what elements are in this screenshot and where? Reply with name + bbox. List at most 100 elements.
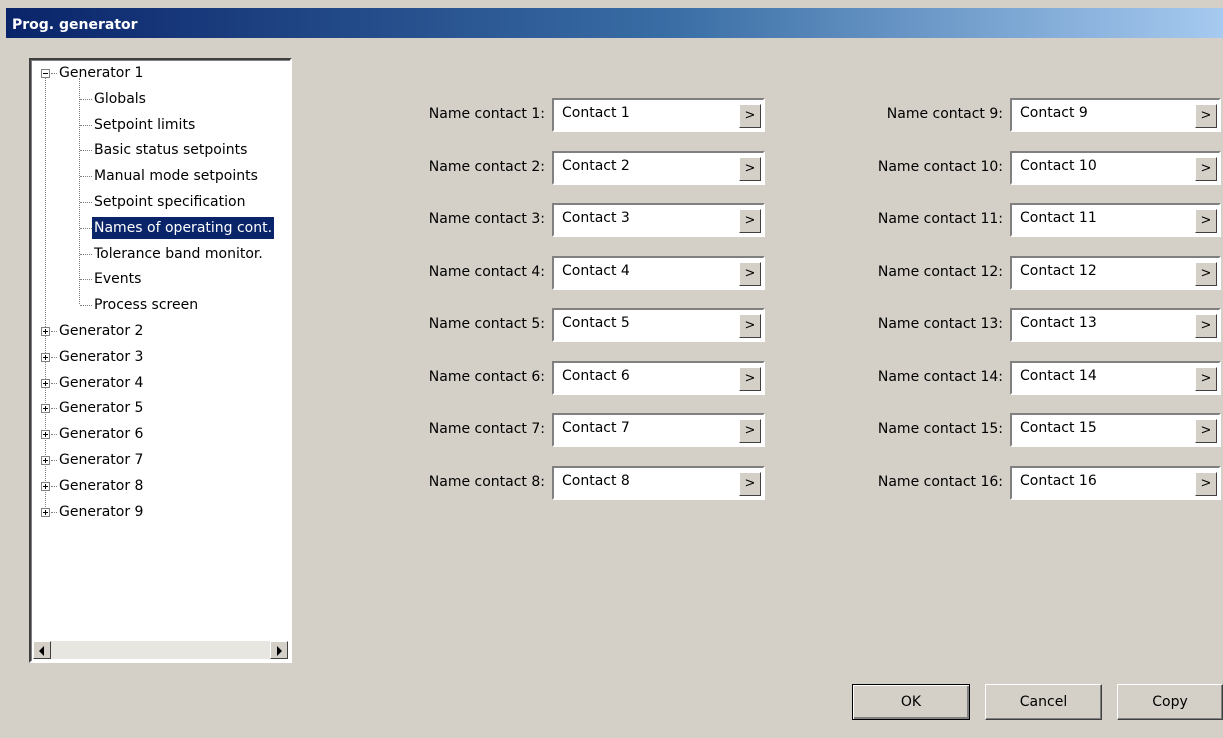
tree-node-label: Generator 9 <box>59 503 144 520</box>
title-bar: Prog. generator <box>0 0 1223 40</box>
contact-label: Name contact 14: <box>877 368 1003 385</box>
contact-name-field[interactable]: Contact 4 > <box>552 255 765 290</box>
ok-button[interactable]: OK <box>852 684 970 720</box>
expand-icon[interactable] <box>41 378 50 388</box>
contact-name-field[interactable]: Contact 2 > <box>552 150 765 185</box>
contact-expand-button[interactable]: > <box>739 156 761 181</box>
contact-expand-button[interactable]: > <box>739 314 761 338</box>
expand-icon[interactable] <box>41 404 50 414</box>
tree-connector <box>80 98 92 101</box>
contact-name-field[interactable]: Contact 9 > <box>1010 98 1221 132</box>
contact-expand-button[interactable]: > <box>1195 366 1217 391</box>
contact-expand-button[interactable]: > <box>1195 104 1217 128</box>
navigation-tree[interactable]: Generator 1 Globals Setpoint limits Basic s… <box>29 58 292 663</box>
contact-label: Name contact 7: <box>428 421 545 437</box>
window-title: Prog. generator <box>12 17 138 33</box>
contact-name-value[interactable]: Contact 6 <box>562 368 630 384</box>
tree-node-label: Globals <box>94 90 146 107</box>
contact-name-value[interactable]: Contact 4 <box>562 263 630 279</box>
contact-name-field[interactable]: Contact 13 > <box>1010 308 1221 342</box>
scroll-right-button[interactable] <box>270 641 288 659</box>
tree-node-label: Events <box>94 271 142 288</box>
tree-connector <box>80 176 92 178</box>
contact-name-value[interactable]: Contact 1 <box>562 105 630 121</box>
tree-horizontal-scrollbar[interactable] <box>33 641 288 659</box>
contact-name-field[interactable]: Contact 14 > <box>1010 360 1221 395</box>
contact-name-value[interactable]: Contact 15 <box>1020 420 1097 436</box>
contact-name-value[interactable]: Contact 3 <box>562 210 630 226</box>
copy-button[interactable]: Copy <box>1117 684 1223 720</box>
contact-name-value[interactable]: Contact 8 <box>562 473 630 489</box>
scroll-left-button[interactable] <box>33 641 51 659</box>
tree-node-label: Generator 2 <box>59 323 144 339</box>
tree-node-label: Setpoint specification <box>94 194 246 210</box>
tree-connector <box>80 124 92 127</box>
tree-connector <box>80 305 92 307</box>
contact-name-value[interactable]: Contact 14 <box>1020 368 1097 384</box>
tree-node-label: Names of operating cont. <box>92 216 275 239</box>
tree-node-label: Generator 4 <box>59 374 144 391</box>
contact-expand-button[interactable]: > <box>739 419 761 443</box>
contact-label: Name contact 3: <box>428 211 545 227</box>
contact-name-field[interactable]: Contact 12 > <box>1010 255 1221 290</box>
contact-name-value[interactable]: Contact 9 <box>1020 105 1088 121</box>
tree-node-label: Manual mode setpoints <box>94 168 258 185</box>
contact-name-field[interactable]: Contact 1 > <box>552 98 765 132</box>
contact-name-value[interactable]: Contact 10 <box>1020 158 1097 174</box>
contact-name-value[interactable]: Contact 13 <box>1020 315 1097 331</box>
expand-icon[interactable] <box>41 352 50 362</box>
contact-name-value[interactable]: Contact 5 <box>562 315 630 331</box>
tree-connector <box>80 279 92 281</box>
contact-label: Name contact 4: <box>428 263 545 280</box>
tree-node-label: Generator 1 <box>59 65 144 81</box>
contact-expand-button[interactable]: > <box>1195 209 1217 233</box>
tree-node-label: Basic status setpoints <box>94 142 248 159</box>
contact-expand-button[interactable]: > <box>739 209 761 233</box>
collapse-icon[interactable] <box>41 69 50 78</box>
tree-root-guide-line <box>45 78 47 513</box>
contact-expand-button[interactable]: > <box>739 471 761 496</box>
cancel-button[interactable]: Cancel <box>985 684 1102 720</box>
contact-expand-button[interactable]: > <box>1195 419 1217 443</box>
contact-expand-button[interactable]: > <box>739 104 761 128</box>
contact-name-value[interactable]: Contact 7 <box>562 420 630 436</box>
contact-label: Name contact 6: <box>428 368 545 385</box>
contact-name-field[interactable]: Contact 6 > <box>552 360 765 395</box>
contact-expand-button[interactable]: > <box>1195 314 1217 338</box>
expand-icon[interactable] <box>41 430 50 440</box>
title-bar-gradient: Prog. generator <box>6 8 1223 38</box>
contact-label: Name contact 11: <box>877 211 1003 227</box>
contact-expand-button[interactable]: > <box>1195 471 1217 496</box>
arrow-left-icon <box>39 646 44 656</box>
contact-name-field[interactable]: Contact 7 > <box>552 413 765 447</box>
contact-name-value[interactable]: Contact 2 <box>562 158 630 174</box>
expand-icon[interactable] <box>41 327 50 336</box>
expand-icon[interactable] <box>41 481 50 491</box>
contact-expand-button[interactable]: > <box>739 366 761 391</box>
contact-label: Name contact 1: <box>428 106 545 122</box>
tree-node-label: Generator 8 <box>59 477 144 494</box>
contact-name-field[interactable]: Contact 10 > <box>1010 150 1221 185</box>
contact-label: Name contact 10: <box>877 158 1003 175</box>
contact-label: Name contact 2: <box>428 158 545 175</box>
contact-name-value[interactable]: Contact 12 <box>1020 263 1097 279</box>
contact-name-field[interactable]: Contact 3 > <box>552 203 765 237</box>
contact-name-value[interactable]: Contact 16 <box>1020 473 1097 489</box>
expand-icon[interactable] <box>41 507 50 517</box>
contact-name-field[interactable]: Contact 8 > <box>552 465 765 500</box>
tree-viewport: Generator 1 Globals Setpoint limits Basic s… <box>31 60 290 639</box>
tree-node-label: Generator 7 <box>59 452 144 468</box>
contact-label: Name contact 12: <box>877 263 1003 280</box>
contact-name-field[interactable]: Contact 15 > <box>1010 413 1221 447</box>
tree-node-label: Tolerance band monitor. <box>94 245 263 262</box>
contact-label: Name contact 16: <box>877 473 1003 490</box>
contact-name-value[interactable]: Contact 11 <box>1020 210 1097 226</box>
contact-label: Name contact 8: <box>428 473 545 490</box>
contact-expand-button[interactable]: > <box>1195 261 1217 286</box>
contact-name-field[interactable]: Contact 11 > <box>1010 203 1221 237</box>
contact-expand-button[interactable]: > <box>1195 156 1217 181</box>
contact-expand-button[interactable]: > <box>739 261 761 286</box>
contact-name-field[interactable]: Contact 16 > <box>1010 465 1221 500</box>
expand-icon[interactable] <box>41 456 50 465</box>
contact-name-field[interactable]: Contact 5 > <box>552 308 765 342</box>
